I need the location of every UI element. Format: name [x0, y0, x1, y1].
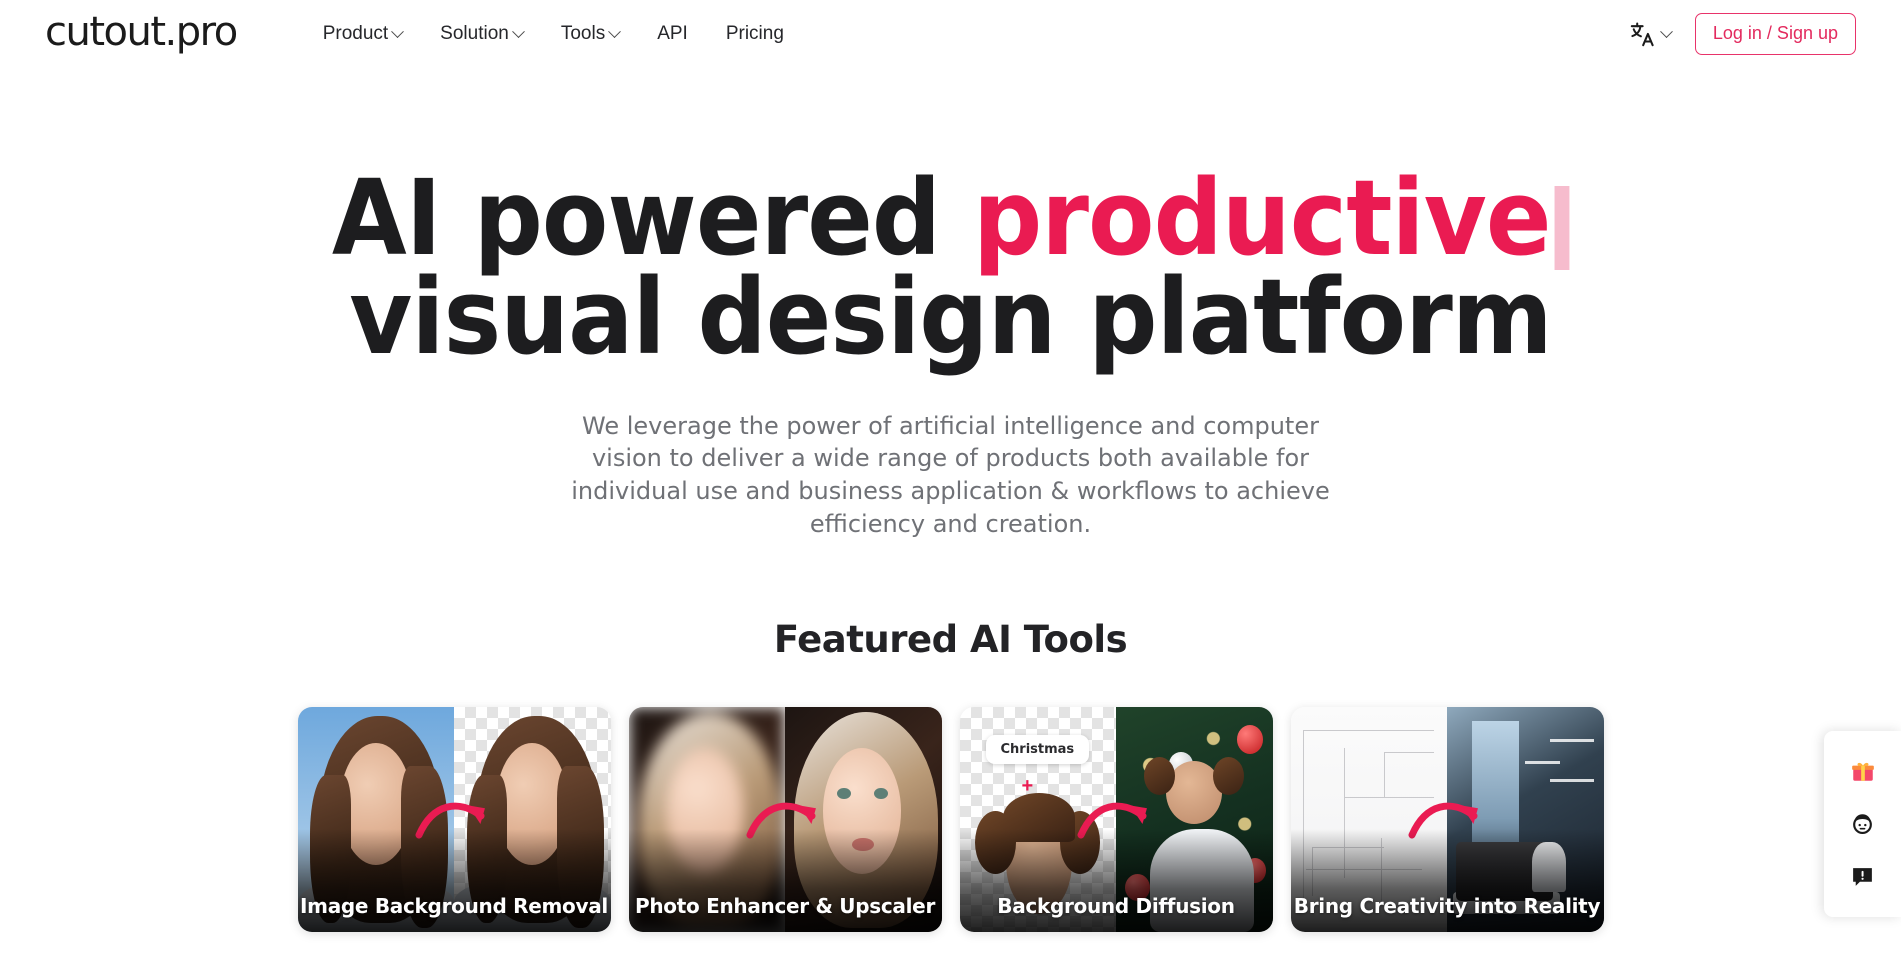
plus-icon: + [1021, 775, 1034, 798]
card-bring-creativity-into-reality[interactable]: Bring Creativity into Reality [1290, 707, 1604, 933]
featured-tools-heading: Featured AI Tools [773, 618, 1128, 662]
page-title: AI powered productive visual design plat… [67, 166, 1835, 369]
card-label: Image Background Removal [300, 894, 608, 919]
nav-item-label: Product [322, 23, 389, 44]
avatar-icon [1853, 814, 1872, 835]
transform-arrow-icon [1077, 802, 1147, 839]
card-label: Photo Enhancer & Upscaler [634, 894, 936, 919]
side-panel-feedback-button[interactable] [1845, 859, 1881, 895]
nav-item-api[interactable]: API [657, 23, 688, 45]
transform-arrow-icon [1408, 802, 1478, 839]
chevron-down-icon [391, 24, 405, 38]
chevron-down-icon [511, 24, 525, 38]
site-header: cutout.pro Product Solution Tools API Pr… [0, 0, 1901, 68]
nav-item-solution[interactable]: Solution [440, 23, 525, 45]
nav-item-label: Pricing [725, 23, 784, 44]
hero-title-line2: visual design platform [349, 256, 1552, 378]
hero-subtitle: We leverage the power of artificial inte… [571, 411, 1330, 538]
gift-icon [1851, 763, 1874, 782]
typing-caret [1554, 186, 1570, 270]
hero-section: AI powered productive visual design plat… [0, 68, 1901, 540]
card-photo-enhancer-upscaler[interactable]: Photo Enhancer & Upscaler [628, 707, 942, 933]
card-label: Bring Creativity into Reality [1293, 894, 1601, 919]
nav-item-pricing[interactable]: Pricing [726, 23, 784, 45]
card-background-diffusion[interactable]: Christmas + Background Diffusion [959, 707, 1273, 933]
side-panel-gift-button[interactable] [1845, 753, 1881, 789]
nav-item-label: Solution [440, 23, 509, 44]
card-image-background-removal[interactable]: Image Background Removal [297, 707, 611, 933]
site-logo[interactable]: cutout.pro [45, 12, 238, 52]
main-navigation: Product Solution Tools API Pricing [323, 23, 784, 45]
prompt-pill[interactable]: Christmas [985, 735, 1090, 765]
feedback-icon [1853, 868, 1872, 887]
transform-arrow-icon [415, 802, 485, 839]
translate-icon [1630, 21, 1654, 46]
chevron-down-icon [608, 24, 622, 38]
nav-item-product[interactable]: Product [322, 23, 405, 45]
transform-arrow-icon [746, 802, 816, 839]
header-actions: Log in / Sign up [1629, 13, 1856, 55]
card-label: Background Diffusion [997, 894, 1235, 919]
floating-side-panel [1824, 731, 1901, 917]
side-panel-account-button[interactable] [1845, 806, 1881, 842]
chevron-down-icon [1660, 24, 1673, 38]
language-switcher[interactable] [1629, 21, 1673, 48]
featured-tools-grid: Image Background Removal Photo Enhancer … [0, 707, 1901, 933]
login-signup-button[interactable]: Log in / Sign up [1694, 13, 1856, 55]
nav-item-label: API [657, 23, 688, 44]
nav-item-tools[interactable]: Tools [560, 23, 622, 45]
nav-item-label: Tools [560, 23, 606, 44]
